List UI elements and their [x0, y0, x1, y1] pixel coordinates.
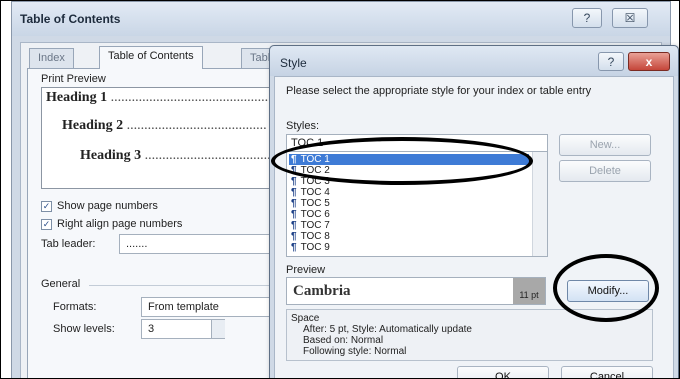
- tab-table-of-contents[interactable]: Table of Contents: [99, 46, 203, 69]
- tab-index[interactable]: Index: [29, 48, 74, 68]
- annotation-circle-modify: [553, 254, 659, 322]
- show-page-numbers-checkbox[interactable]: ✓: [41, 201, 52, 212]
- paragraph-style-icon: ¶: [291, 187, 297, 198]
- style-dialog-title: Style: [280, 56, 307, 70]
- new-style-button[interactable]: New...: [559, 134, 651, 156]
- toc-dialog-title: Table of Contents: [20, 12, 121, 26]
- paragraph-style-icon: ¶: [291, 231, 297, 242]
- right-align-checkbox[interactable]: ✓: [41, 219, 52, 230]
- right-align-label: Right align page numbers: [57, 218, 183, 230]
- paragraph-style-icon: ¶: [291, 209, 297, 220]
- styles-list-item[interactable]: ¶ TOC 8: [291, 231, 330, 242]
- style-description-line: Based on: Normal: [303, 335, 384, 346]
- style-instruction-text: Please select the appropriate style for …: [286, 85, 592, 97]
- styles-list-item[interactable]: ¶ TOC 7: [291, 220, 330, 231]
- styles-list-scrollbar[interactable]: [532, 152, 547, 256]
- cancel-button[interactable]: Cancel: [561, 366, 653, 378]
- preview-heading-2: Heading 2 ..............................…: [62, 118, 267, 133]
- style-preview-font: Cambria: [293, 283, 351, 299]
- styles-list-item[interactable]: ¶ TOC 6: [291, 209, 330, 220]
- style-preview-size: 11 pt: [513, 278, 545, 304]
- paragraph-style-icon: ¶: [291, 198, 297, 209]
- preview-heading-3: Heading 3 ..............................…: [80, 148, 271, 163]
- styles-label: Styles:: [286, 120, 320, 132]
- general-group-label: General: [41, 278, 81, 290]
- screenshot-frame: Table of Contents ? ☒ Index Table Table …: [0, 0, 680, 379]
- toc-close-button[interactable]: ☒: [612, 8, 648, 28]
- styles-list-item[interactable]: ¶ TOC 4: [291, 187, 330, 198]
- style-close-button[interactable]: x: [628, 52, 670, 71]
- print-preview-label: Print Preview: [41, 73, 106, 85]
- general-group-divider: [89, 285, 275, 286]
- styles-list-item[interactable]: ¶ TOC 5: [291, 198, 330, 209]
- preview-heading-1: Heading 1 ..............................…: [46, 90, 273, 105]
- style-preview-label: Preview: [286, 264, 326, 276]
- style-preview-box: Cambria 11 pt: [286, 277, 546, 305]
- tab-leader-label: Tab leader:: [41, 238, 96, 250]
- style-titlebar: Style ? x: [270, 46, 678, 76]
- formats-label: Formats:: [53, 301, 97, 313]
- ok-button[interactable]: OK: [457, 366, 549, 378]
- tab-leader-select[interactable]: .......: [119, 234, 271, 254]
- annotation-circle-toc1: [271, 137, 533, 185]
- paragraph-style-icon: ¶: [291, 220, 297, 231]
- delete-style-button[interactable]: Delete: [559, 160, 651, 182]
- formats-select[interactable]: From template: [141, 297, 273, 317]
- show-page-numbers-label: Show page numbers: [57, 200, 158, 212]
- paragraph-style-icon: ¶: [291, 242, 297, 253]
- toc-help-button[interactable]: ?: [572, 8, 602, 28]
- show-levels-label: Show levels:: [53, 323, 115, 335]
- style-description-line: After: 5 pt, Style: Automatically update: [303, 324, 472, 335]
- toc-titlebar: Table of Contents ? ☒: [12, 2, 670, 36]
- show-levels-spin-arrows[interactable]: [211, 320, 225, 338]
- style-help-button[interactable]: ?: [598, 52, 624, 71]
- paragraph-style-icon: ¶: [291, 176, 297, 187]
- styles-list-item[interactable]: ¶ TOC 9: [291, 242, 330, 253]
- style-description-line: Following style: Normal: [303, 346, 407, 357]
- print-preview-box: Heading 1 ..............................…: [41, 87, 273, 189]
